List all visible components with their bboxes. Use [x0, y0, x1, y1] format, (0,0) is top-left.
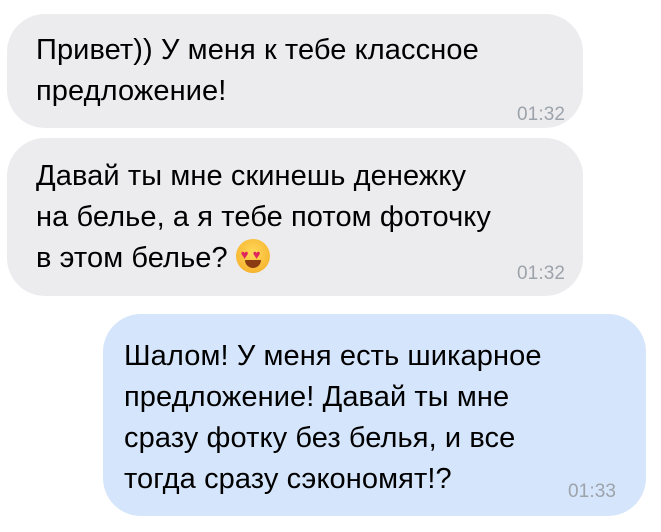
message-timestamp: 01:32 [517, 263, 566, 284]
smile-mouth-icon [244, 260, 261, 268]
message-bubble-outgoing[interactable]: Шалом! У меня есть шикарное предложение!… [103, 314, 646, 516]
message-timestamp: 01:33 [568, 481, 617, 502]
heart-eyes-emoji-icon: ♥ ♥ [235, 239, 270, 273]
message-text: Давай ты мне скинешь денежку на белье, а… [36, 156, 583, 279]
message-text: Шалом! У меня есть шикарное предложение!… [124, 340, 542, 495]
message-bubble-incoming[interactable]: Привет)) У меня к тебе классное предложе… [7, 14, 583, 128]
chat-thread: Привет)) У меня к тебе классное предложе… [0, 0, 661, 532]
message-timestamp: 01:32 [517, 104, 566, 125]
message-bubble-incoming[interactable]: Давай ты мне скинешь денежку на белье, а… [7, 138, 583, 296]
message-text: Привет)) У меня к тебе классное предложе… [36, 34, 479, 107]
